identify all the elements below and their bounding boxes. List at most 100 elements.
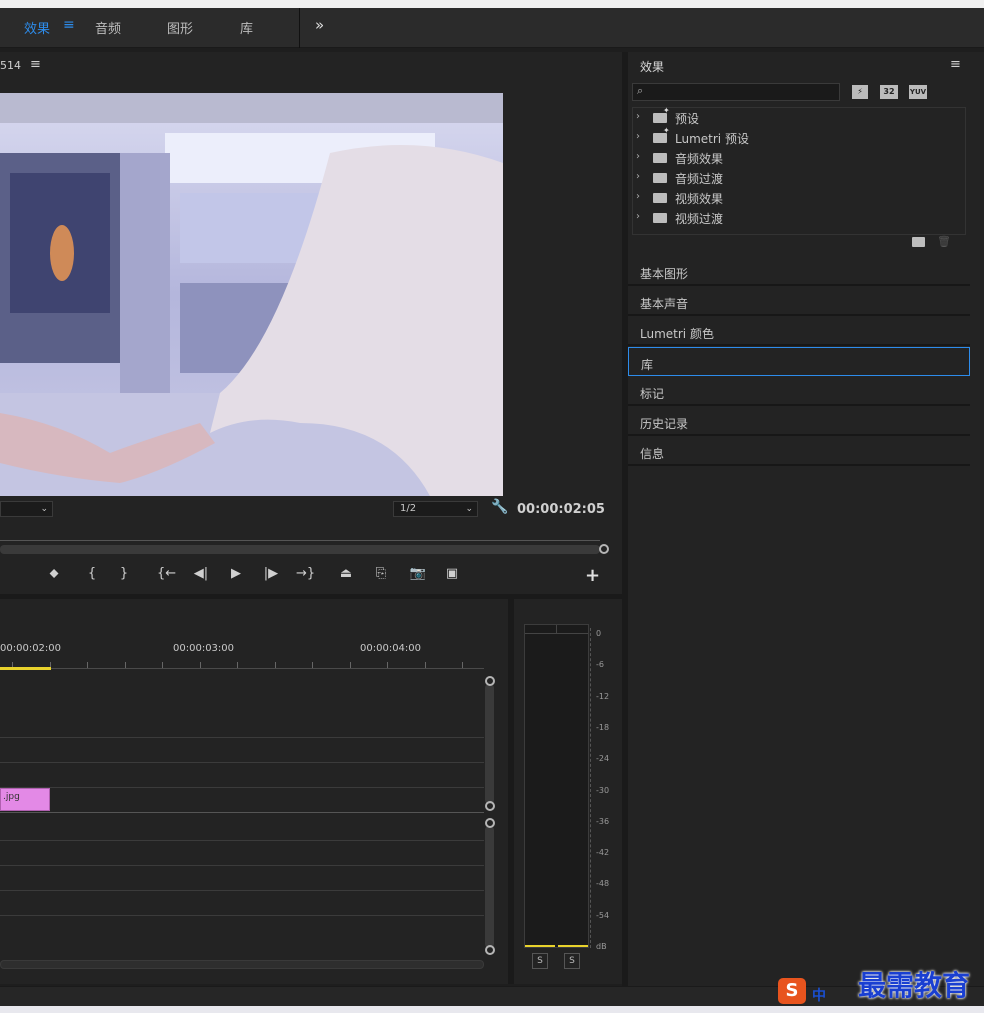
panel-tab[interactable]: 库 [628, 347, 970, 376]
workspace-tab-libraries[interactable]: 库 [240, 18, 253, 37]
yuv-effects-icon[interactable]: YUV [909, 85, 927, 99]
effects-panel-menu-icon[interactable]: ≡ [950, 57, 961, 72]
scrollbar-bottom-handle[interactable] [485, 945, 495, 955]
video-tracks-scrollbar[interactable] [485, 684, 494, 804]
button-editor-add-button[interactable]: + [585, 565, 600, 586]
ruler-tick [387, 662, 388, 668]
panel-tab[interactable]: 基本声音 [628, 287, 970, 316]
chevron-down-icon: ⌄ [40, 504, 48, 514]
scrollbar-end-handle[interactable] [599, 544, 609, 554]
effects-tree-item[interactable]: › 音频过渡 [634, 168, 964, 188]
timeline-ruler-baseline [0, 668, 484, 669]
solo-right-button[interactable]: S [564, 953, 580, 969]
folder-icon [653, 106, 670, 123]
step-forward-button[interactable]: |▶ [262, 566, 280, 581]
folder-icon [653, 193, 667, 203]
more-workspaces-icon[interactable]: » [315, 16, 324, 34]
scrollbar-top-handle[interactable] [485, 676, 495, 686]
meter-scale-label: 0 [596, 629, 602, 638]
effects-tree-label: Lumetri 预设 [675, 132, 749, 146]
chevron-right-icon[interactable]: › [636, 151, 640, 162]
workspace-menu-icon[interactable]: ≡ [63, 17, 75, 33]
chevron-right-icon[interactable]: › [636, 111, 640, 122]
timeline-horizontal-scrollbar[interactable] [0, 960, 484, 969]
ruler-label: 00:00:02:00 [0, 643, 62, 654]
effects-tree-label: 音频效果 [675, 152, 724, 166]
panel-tab[interactable]: 信息 [628, 437, 970, 466]
meter-level-right [558, 945, 588, 947]
folder-icon [653, 153, 667, 163]
video-audio-separator [0, 812, 484, 813]
export-frame-button[interactable]: 📷 [409, 566, 427, 581]
go-to-out-button[interactable]: →} [296, 566, 315, 581]
chevron-right-icon[interactable]: › [636, 191, 640, 202]
effects-tree-item[interactable]: › 音频效果 [634, 148, 964, 168]
ruler-tick [312, 662, 313, 668]
effects-tree-label: 视频效果 [675, 192, 724, 206]
meter-scale-label: -54 [596, 910, 610, 920]
ime-logo-icon: S [778, 978, 806, 1004]
effects-tree-item[interactable]: › 视频过渡 [634, 208, 964, 228]
resolution-dropdown[interactable]: 1/2 ⌄ [393, 501, 478, 517]
timeline-panel [0, 599, 508, 984]
go-to-in-button[interactable]: {← [157, 566, 176, 581]
accelerated-effects-icon[interactable]: ⚡ [852, 85, 868, 99]
compare-view-button[interactable]: ▣ [443, 566, 461, 581]
play-button[interactable]: ▶ [227, 566, 245, 581]
audio-tracks-scrollbar[interactable] [485, 826, 494, 948]
meter-scale-label: -24 [596, 754, 610, 764]
track-divider [0, 915, 484, 916]
meter-scale-label: -18 [596, 722, 610, 732]
program-timecode: 00:00:02:05 [517, 502, 605, 517]
add-marker-button[interactable]: ⬥ [45, 566, 63, 581]
solo-left-button[interactable]: S [532, 953, 548, 969]
track-divider [0, 787, 484, 788]
ruler-label: 00:00:04:00 [360, 643, 422, 654]
meter-scale-label: dB [596, 942, 607, 951]
scrollbar-bottom-handle[interactable] [485, 801, 495, 811]
workspace-tab-audio[interactable]: 音频 [95, 18, 121, 37]
monitor-ruler [0, 540, 600, 541]
workspace-tab-effects[interactable]: 效果 [24, 18, 50, 37]
extract-button[interactable]: ⎘ [372, 566, 390, 581]
effects-tree-label: 预设 [675, 112, 700, 126]
effects-search-input[interactable]: ⌕ [632, 83, 840, 101]
mark-out-button[interactable]: } [115, 566, 133, 581]
mark-in-button[interactable]: { [83, 566, 101, 581]
timeline-clip[interactable]: .jpg [0, 788, 50, 811]
ruler-tick [237, 662, 238, 668]
new-bin-icon[interactable] [912, 237, 925, 247]
meter-scale-label: -48 [596, 879, 610, 889]
panel-tab[interactable]: 标记 [628, 377, 970, 406]
effects-tree-label: 视频过渡 [675, 212, 724, 226]
monitor-scrollbar[interactable] [0, 545, 600, 554]
effects-tree-label: 音频过渡 [675, 172, 724, 186]
effects-tree-item[interactable]: › Lumetri 预设 [634, 126, 964, 148]
chevron-right-icon[interactable]: › [636, 131, 640, 142]
ruler-tick [125, 662, 126, 668]
panel-tab[interactable]: Lumetri 颜色 [628, 317, 970, 346]
effects-tree-item[interactable]: › 预设 [634, 106, 964, 128]
panel-tab[interactable]: 基本图形 [628, 257, 970, 286]
zoom-dropdown[interactable]: ⌄ [0, 501, 53, 517]
track-divider [0, 737, 484, 738]
meter-scale-label: -36 [596, 816, 610, 826]
video-frame [0, 93, 503, 496]
panel-divider-vertical [622, 52, 628, 986]
work-area-bar[interactable] [0, 667, 51, 670]
panel-tab[interactable]: 历史记录 [628, 407, 970, 436]
status-bar [0, 986, 984, 1006]
folder-icon [653, 173, 667, 183]
lift-button[interactable]: ⏏ [337, 566, 355, 581]
step-back-button[interactable]: ◀| [192, 566, 210, 581]
effects-tree-item[interactable]: › 视频效果 [634, 188, 964, 208]
workspace-tab-graphics[interactable]: 图形 [167, 18, 193, 37]
program-monitor-menu-icon[interactable]: ≡ [30, 57, 41, 72]
chevron-right-icon[interactable]: › [636, 211, 640, 222]
delete-trash-icon[interactable]: 🗑 [937, 235, 951, 248]
chevron-right-icon[interactable]: › [636, 171, 640, 182]
32bit-effects-icon[interactable]: 32 [880, 85, 898, 99]
scrollbar-top-handle[interactable] [485, 818, 495, 828]
meter-scale-label: -6 [596, 660, 604, 670]
settings-wrench-icon[interactable]: 🔧 [491, 499, 508, 515]
